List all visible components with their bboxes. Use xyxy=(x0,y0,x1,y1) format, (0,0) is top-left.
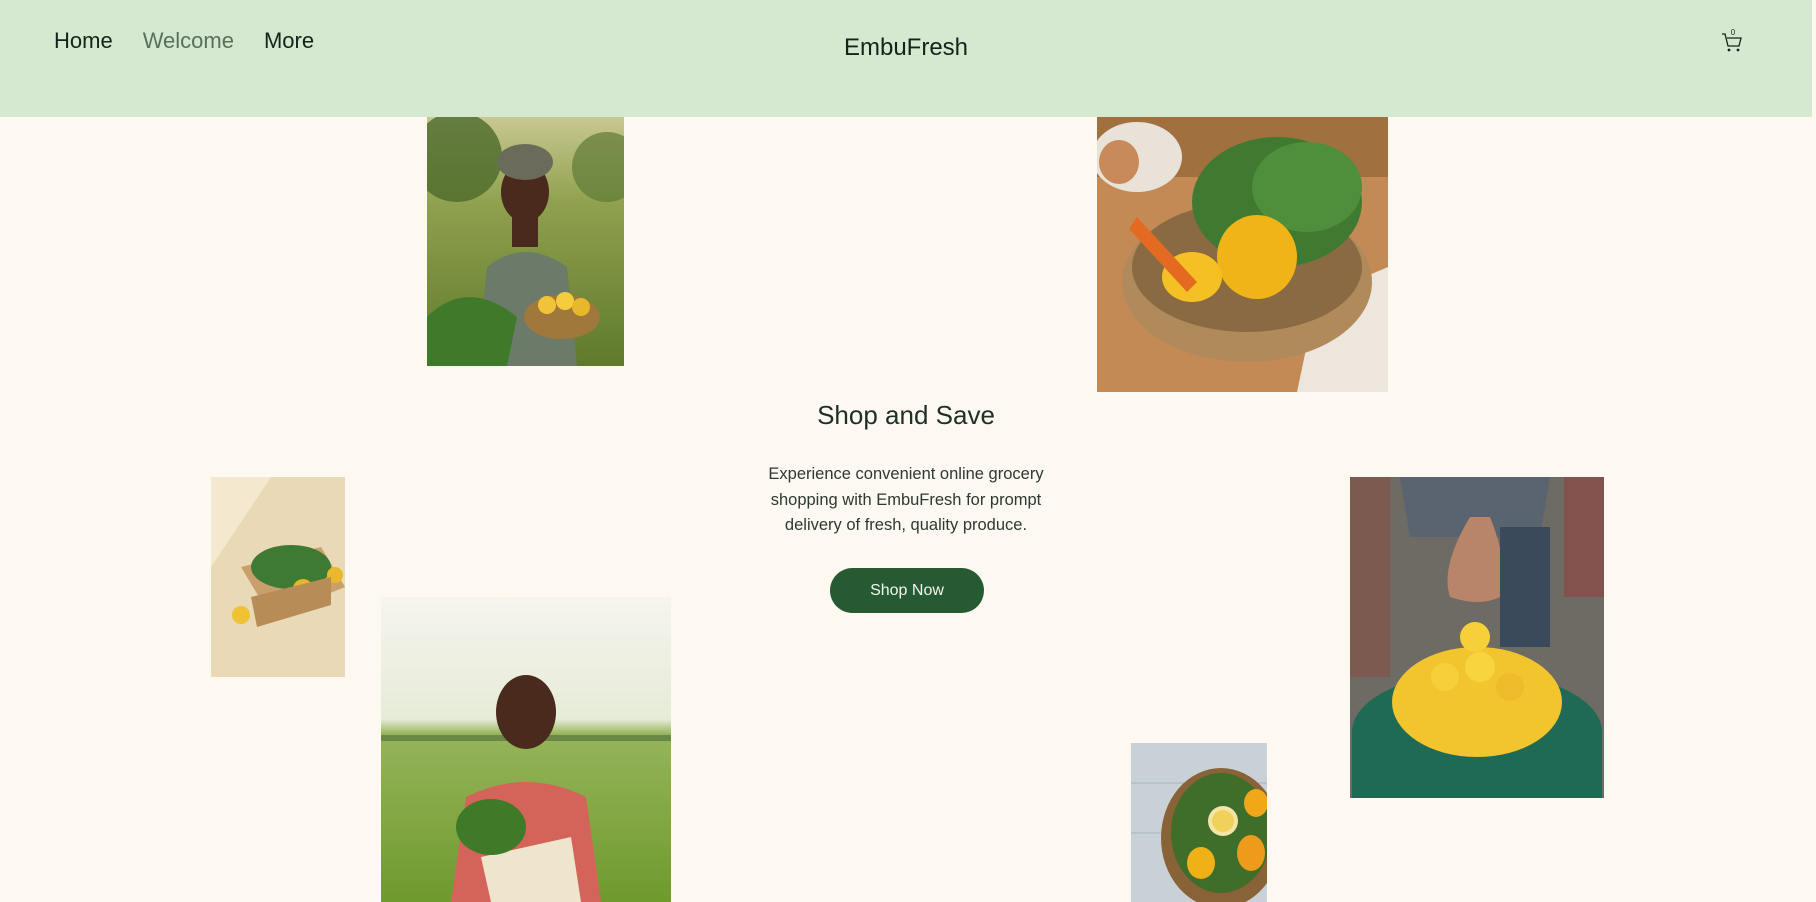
photo-farmer-with-basket xyxy=(427,117,624,366)
photo-vegetable-basket xyxy=(1097,117,1388,392)
cart-button[interactable]: 0 xyxy=(1720,28,1744,54)
photo-hands-over-lemons xyxy=(1350,477,1604,798)
hero-description: Experience convenient online grocery sho… xyxy=(768,465,1044,534)
site-logo[interactable]: EmbuFresh xyxy=(0,34,1812,62)
shop-now-button[interactable]: Shop Now xyxy=(830,568,984,613)
cart-count: 0 xyxy=(1730,28,1736,37)
site-header: Home Welcome More EmbuFresh 0 xyxy=(0,0,1812,117)
photo-woman-in-field xyxy=(381,597,671,902)
photo-produce-crate xyxy=(211,477,345,677)
photo-basket-of-peppers xyxy=(1131,743,1267,902)
hero-title: Shop and Save xyxy=(817,400,995,430)
